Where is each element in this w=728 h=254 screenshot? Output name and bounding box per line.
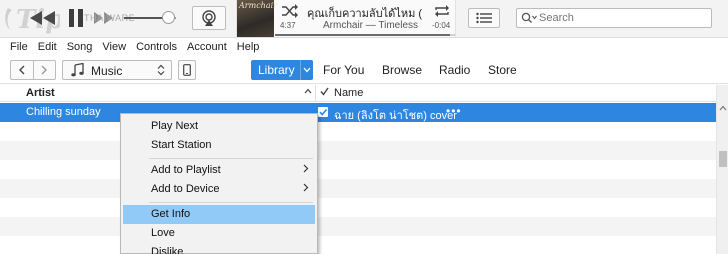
shuffle-icon[interactable]: [281, 4, 299, 18]
scroll-up-arrow-icon[interactable]: [719, 105, 727, 111]
table-row[interactable]: Chilling sunday ฉาย (ลิงโต น่าโชต) cover…: [0, 103, 716, 122]
table-row: [0, 217, 716, 236]
menu-separator: [149, 158, 313, 159]
menu-edit[interactable]: Edit: [33, 41, 62, 53]
search-input[interactable]: [539, 10, 707, 26]
player-bar: Tips THAIWARE Armchair 4:37 คุณเก็บความล…: [0, 0, 728, 38]
sort-ascending-icon[interactable]: [304, 88, 312, 94]
pause-icon: [69, 9, 83, 27]
row-more-button[interactable]: •••: [446, 104, 462, 118]
album-art-text: Armchair: [239, 1, 277, 10]
menu-song[interactable]: Song: [62, 41, 98, 53]
table-row: [0, 122, 716, 141]
column-divider[interactable]: [315, 85, 316, 102]
phone-icon: [183, 64, 191, 76]
menu-item-label: Play Next: [151, 120, 199, 132]
vertical-scrollbar[interactable]: [716, 85, 728, 254]
repeat-icon[interactable]: [433, 4, 451, 18]
track-subtitle: Armchair — Timeless: [323, 20, 419, 31]
menu-item-add-to-playlist[interactable]: Add to Playlist: [123, 161, 315, 180]
song-list: Chilling sunday ฉาย (ลิงโต น่าโชต) cover…: [0, 103, 716, 254]
scrollbar-thumb[interactable]: [719, 151, 727, 167]
search-icon: [521, 12, 537, 23]
column-header-name[interactable]: Name: [334, 87, 363, 99]
progress-fill: [275, 34, 450, 36]
forward-button[interactable]: [34, 61, 56, 79]
tab-store[interactable]: Store: [488, 63, 517, 77]
airplay-button[interactable]: [192, 6, 226, 30]
rewind-button[interactable]: [30, 9, 56, 27]
elapsed-time: 4:37: [280, 21, 296, 30]
menu-item-label: Get Info: [151, 208, 191, 220]
submenu-arrow-icon: [303, 183, 309, 192]
back-button[interactable]: [11, 61, 34, 79]
column-header-artist[interactable]: Artist: [26, 87, 55, 99]
menu-item-get-info[interactable]: Get Info: [123, 205, 315, 224]
music-note-icon: [71, 63, 84, 77]
updown-chevron-icon: [157, 64, 165, 76]
media-kind-label: Music: [91, 64, 123, 78]
tab-radio[interactable]: Radio: [439, 63, 470, 77]
context-menu: Play Next Start Station Add to Playlist …: [120, 113, 318, 254]
list-icon: [476, 12, 492, 24]
menu-item-love[interactable]: Love: [123, 224, 315, 243]
menu-item-label: Love: [151, 227, 175, 239]
history-nav: [10, 60, 56, 80]
checkmark-icon: [319, 108, 328, 116]
menu-account[interactable]: Account: [182, 41, 232, 53]
chevron-down-icon: [303, 67, 311, 73]
navigation-toolbar: Music Library For You Browse Radio Store: [0, 56, 728, 84]
menu-controls[interactable]: Controls: [131, 41, 182, 53]
menu-item-label: Add to Device: [151, 183, 220, 195]
search-box[interactable]: [516, 8, 712, 28]
menu-view[interactable]: View: [97, 41, 131, 53]
chevron-right-icon: [41, 65, 48, 75]
menu-bar: File Edit Song View Controls Account Hel…: [0, 38, 728, 56]
row-checkbox[interactable]: [318, 107, 328, 117]
menu-help[interactable]: Help: [232, 41, 265, 53]
table-row: [0, 160, 716, 179]
menu-separator: [149, 202, 313, 203]
menu-item-add-to-device[interactable]: Add to Device: [123, 180, 315, 199]
row-artist: Chilling sunday: [26, 106, 101, 118]
table-row: [0, 236, 716, 254]
table-row: [0, 198, 716, 217]
now-playing-display: Armchair 4:37 คุณเก็บความลับได้ไหม ( Arm…: [236, 0, 456, 37]
chevron-left-icon: [18, 65, 25, 75]
up-next-button[interactable]: [468, 8, 500, 28]
tab-library[interactable]: Library: [251, 60, 313, 80]
table-row: [0, 141, 716, 160]
table-header: Artist Name: [0, 85, 716, 102]
airplay-icon: [202, 10, 216, 26]
submenu-arrow-icon: [303, 164, 309, 173]
volume-slider-knob[interactable]: [162, 11, 175, 24]
media-kind-select[interactable]: Music: [62, 60, 172, 80]
tab-browse[interactable]: Browse: [382, 63, 422, 77]
menu-file[interactable]: File: [0, 41, 33, 53]
library-dropdown-button[interactable]: [300, 60, 313, 80]
device-button[interactable]: [178, 60, 196, 80]
table-row: [0, 179, 716, 198]
remaining-time: -0:04: [432, 21, 451, 30]
menu-item-label: Start Station: [151, 139, 212, 151]
rewind-icon: [30, 11, 55, 25]
menu-item-dislike[interactable]: Dislike: [123, 243, 315, 254]
pause-button[interactable]: [66, 8, 86, 28]
menu-item-start-station[interactable]: Start Station: [123, 136, 315, 155]
menu-item-play-next[interactable]: Play Next: [123, 117, 315, 136]
checkmark-icon[interactable]: [320, 87, 329, 96]
tab-for-you[interactable]: For You: [323, 63, 364, 77]
tab-library-label: Library: [258, 63, 295, 77]
menu-item-label: Add to Playlist: [151, 164, 221, 176]
menu-item-label: Dislike: [151, 246, 184, 254]
album-art: Armchair: [237, 0, 277, 37]
